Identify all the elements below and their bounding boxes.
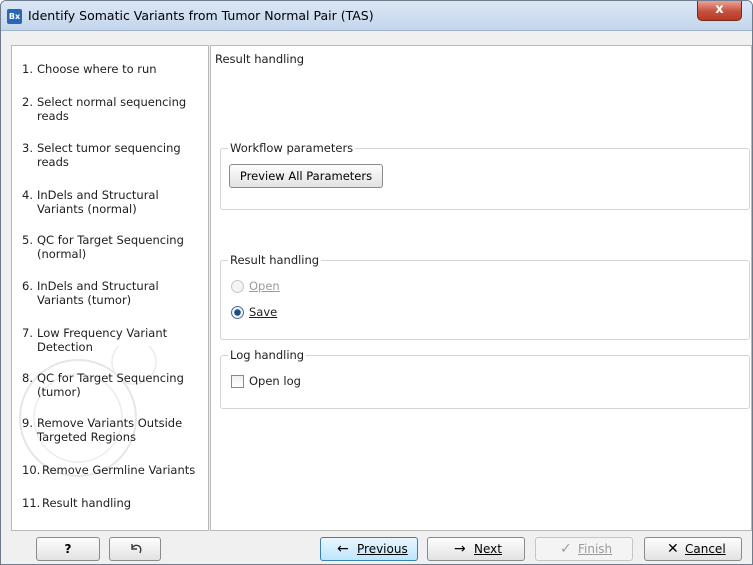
help-icon: ? [64, 542, 72, 556]
title-bar: Bx Identify Somatic Variants from Tumor … [1, 1, 752, 31]
log-handling-group: Log handling Open log [220, 348, 750, 409]
group-label: Workflow parameters [228, 141, 356, 155]
close-x-icon: ✕ [667, 541, 679, 557]
previous-button[interactable]: ← Previous [320, 537, 418, 561]
preview-all-parameters-button[interactable]: Preview All Parameters [229, 164, 383, 188]
app-icon: Bx [7, 9, 22, 24]
save-radio[interactable] [231, 306, 244, 319]
open-radio-label: Open [249, 279, 280, 293]
reset-arrow-icon [131, 544, 142, 554]
checkmark-icon: ✓ [560, 541, 572, 557]
help-button[interactable]: ? [36, 537, 100, 561]
window-title: Identify Somatic Variants from Tumor Nor… [28, 8, 374, 23]
group-label: Log handling [228, 348, 307, 362]
open-log-checkbox[interactable] [231, 375, 244, 388]
next-button[interactable]: → Next [427, 537, 525, 561]
arrow-left-icon: ← [337, 541, 349, 557]
content-panel: Result handling Workflow parameters Prev… [210, 45, 752, 531]
close-button[interactable]: x [697, 1, 742, 21]
group-label: Result handling [228, 253, 322, 267]
page-title: Result handling [215, 52, 305, 66]
open-radio[interactable] [231, 280, 244, 293]
workflow-parameters-group: Workflow parameters Preview All Paramete… [220, 141, 750, 210]
result-handling-group: Result handling Open Save [220, 253, 750, 340]
cancel-button[interactable]: ✕ Cancel [644, 537, 742, 561]
reset-button[interactable] [109, 537, 161, 561]
arrow-right-icon: → [454, 541, 466, 557]
save-radio-label: Save [249, 305, 278, 319]
finish-button[interactable]: ✓ Finish [535, 537, 633, 561]
open-log-label: Open log [249, 374, 301, 388]
step-list: 1. Choose where to run 2. Select normal … [11, 45, 209, 531]
wizard-dialog: Bx Identify Somatic Variants from Tumor … [0, 0, 753, 565]
